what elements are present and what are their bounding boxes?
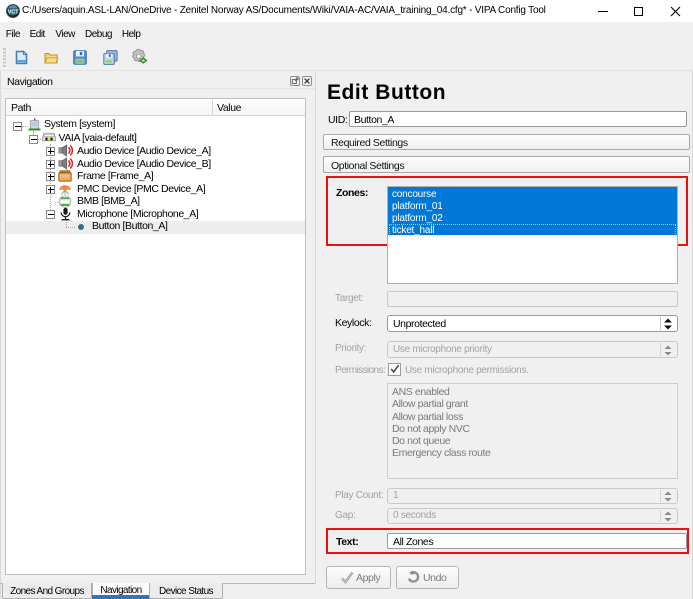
svg-text:VCT: VCT bbox=[8, 9, 19, 15]
